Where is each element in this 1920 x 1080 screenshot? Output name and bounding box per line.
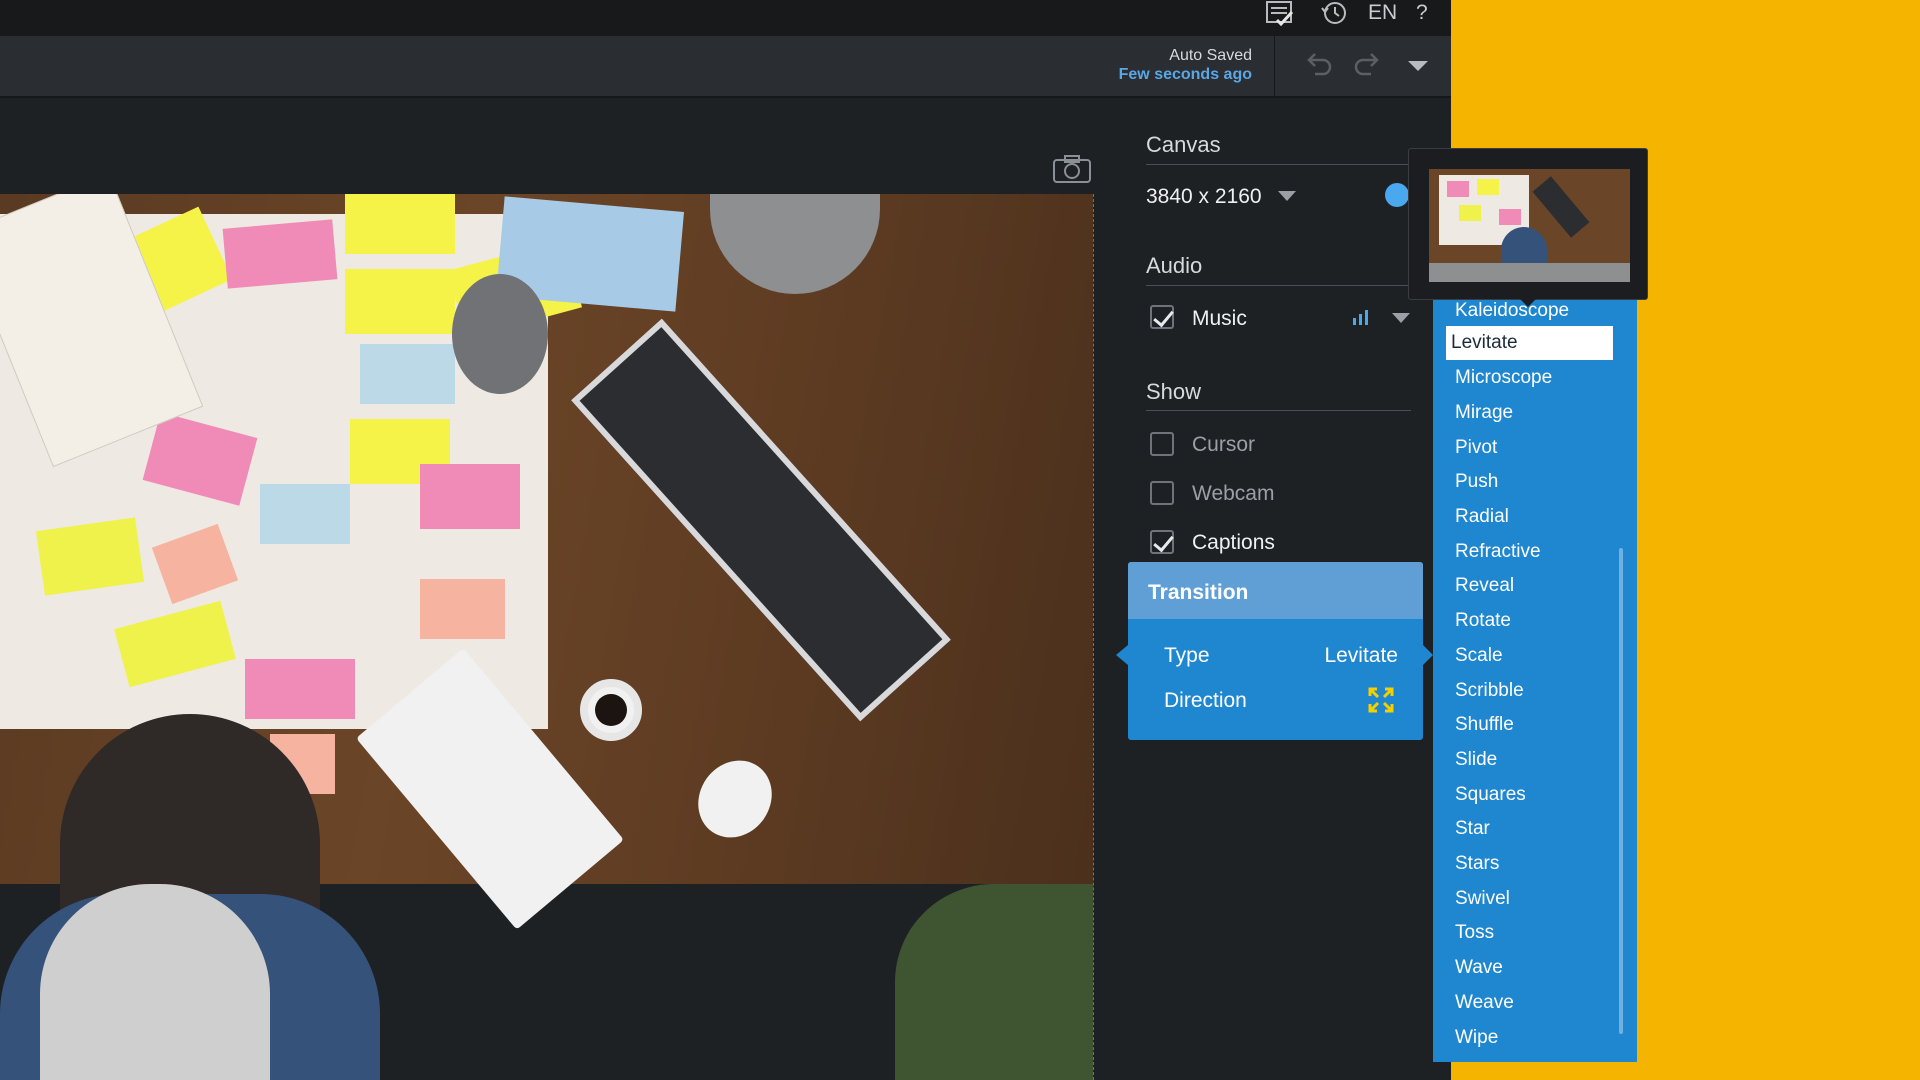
editor-window: EN ? Auto Saved Few seconds ago Canvas 3…	[0, 0, 1451, 1080]
canvas-slider-handle[interactable]	[1385, 183, 1409, 207]
music-checkbox[interactable]	[1150, 305, 1174, 329]
transition-pointer-left	[1116, 645, 1128, 665]
transition-type-list: Kaleidoscope Levitate Microscope Mirage …	[1433, 292, 1637, 1062]
transition-header: Transition	[1128, 562, 1423, 619]
toolbar: Auto Saved Few seconds ago	[0, 36, 1451, 98]
redo-icon[interactable]	[1353, 50, 1383, 84]
transition-thumbnail-preview	[1408, 148, 1648, 300]
list-item[interactable]: Push	[1450, 465, 1610, 499]
toolbar-divider	[1274, 36, 1275, 96]
transition-pointer-right	[1423, 645, 1433, 665]
list-item[interactable]: Squares	[1450, 778, 1610, 812]
list-item[interactable]: Refractive	[1450, 535, 1610, 569]
list-item[interactable]: Radial	[1450, 500, 1610, 534]
tasks-icon[interactable]	[1265, 0, 1295, 28]
list-item[interactable]: Microscope	[1450, 361, 1610, 395]
list-item[interactable]: Wipe	[1450, 1021, 1610, 1055]
list-item[interactable]: Slide	[1450, 743, 1610, 777]
list-item[interactable]: Pivot	[1450, 431, 1610, 465]
toolbar-menu-chevron-down-icon[interactable]	[1408, 61, 1428, 71]
list-item[interactable]: Reveal	[1450, 569, 1610, 603]
canvas-section-title: Canvas	[1146, 132, 1221, 157]
video-preview[interactable]	[0, 194, 1094, 1080]
canvas-size-select[interactable]: 3840 x 2160	[1146, 185, 1262, 209]
camera-icon[interactable]	[1053, 155, 1091, 183]
canvas-size-chevron-down-icon[interactable]	[1278, 191, 1296, 201]
expand-arrows-icon[interactable]	[1367, 686, 1395, 719]
webcam-label: Webcam	[1192, 482, 1275, 505]
transition-type-label: Type	[1164, 644, 1210, 667]
cursor-checkbox[interactable]	[1150, 432, 1174, 456]
list-item[interactable]: Shuffle	[1450, 708, 1610, 742]
audio-divider	[1146, 285, 1411, 286]
help-icon[interactable]: ?	[1416, 0, 1428, 28]
list-item[interactable]: Mirage	[1450, 396, 1610, 430]
list-item[interactable]: Swivel	[1450, 882, 1610, 916]
list-item[interactable]: Stars	[1450, 847, 1610, 881]
top-bar: EN ?	[0, 0, 1451, 36]
show-divider	[1146, 410, 1411, 411]
list-item[interactable]: Scale	[1450, 639, 1610, 673]
captions-checkbox[interactable]	[1150, 530, 1174, 554]
undo-icon[interactable]	[1303, 50, 1333, 84]
autosave-status: Auto Saved Few seconds ago	[1119, 46, 1252, 84]
music-label: Music	[1192, 307, 1247, 330]
list-item[interactable]: Wave	[1450, 951, 1610, 985]
music-chevron-down-icon[interactable]	[1392, 313, 1410, 323]
thumbnail-pointer	[1518, 297, 1538, 307]
volume-bars-icon[interactable]	[1352, 308, 1370, 331]
webcam-checkbox[interactable]	[1150, 481, 1174, 505]
list-item-selected[interactable]: Levitate	[1446, 326, 1613, 360]
list-item[interactable]: Rotate	[1450, 604, 1610, 638]
list-item[interactable]: Star	[1450, 812, 1610, 846]
language-selector[interactable]: EN	[1368, 0, 1397, 28]
audio-section-title: Audio	[1146, 253, 1203, 278]
autosave-time: Few seconds ago	[1118, 66, 1252, 83]
list-item[interactable]: Toss	[1450, 916, 1610, 950]
transition-title: Transition	[1148, 581, 1249, 604]
history-icon[interactable]	[1319, 0, 1349, 28]
autosave-title: Auto Saved	[1169, 47, 1252, 64]
list-item[interactable]: Weave	[1450, 986, 1610, 1020]
cursor-label: Cursor	[1192, 433, 1256, 456]
captions-label: Captions	[1192, 531, 1275, 554]
list-item[interactable]: Scribble	[1450, 674, 1610, 708]
list-scrollbar[interactable]	[1619, 548, 1623, 1034]
transition-direction-label: Direction	[1164, 689, 1247, 712]
transition-type-value[interactable]: Levitate	[1324, 644, 1398, 668]
canvas-divider	[1146, 164, 1411, 165]
show-section-title: Show	[1146, 379, 1202, 404]
transition-popover: Transition Type Levitate Direction	[1128, 562, 1423, 740]
thumbnail-image	[1429, 169, 1630, 282]
